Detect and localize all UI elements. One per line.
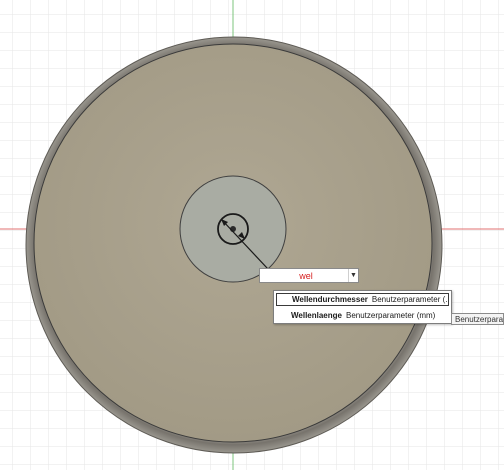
suggestion-description: Benutzerparameter (mm) (345, 311, 436, 320)
suggestion-tooltip: Benutzerparam (451, 313, 504, 325)
dimension-input-box[interactable]: ▼ (259, 268, 359, 283)
suggestion-name: Wellendurchmesser (292, 295, 368, 304)
parameter-suggestion-list: Wellendurchmesser Benutzerparameter (...… (273, 290, 452, 324)
design-canvas[interactable] (0, 0, 504, 470)
suggestion-name: Wellenlaenge (291, 311, 342, 320)
dimension-value-field[interactable] (260, 269, 348, 282)
suggestion-wellenlaenge[interactable]: Wellenlaenge Benutzerparameter (mm) (274, 308, 451, 323)
suggestion-wellendurchmesser[interactable]: Wellendurchmesser Benutzerparameter (... (275, 292, 450, 307)
suggestion-description: Benutzerparameter (... (371, 295, 450, 304)
chevron-down-icon[interactable]: ▼ (348, 269, 358, 282)
